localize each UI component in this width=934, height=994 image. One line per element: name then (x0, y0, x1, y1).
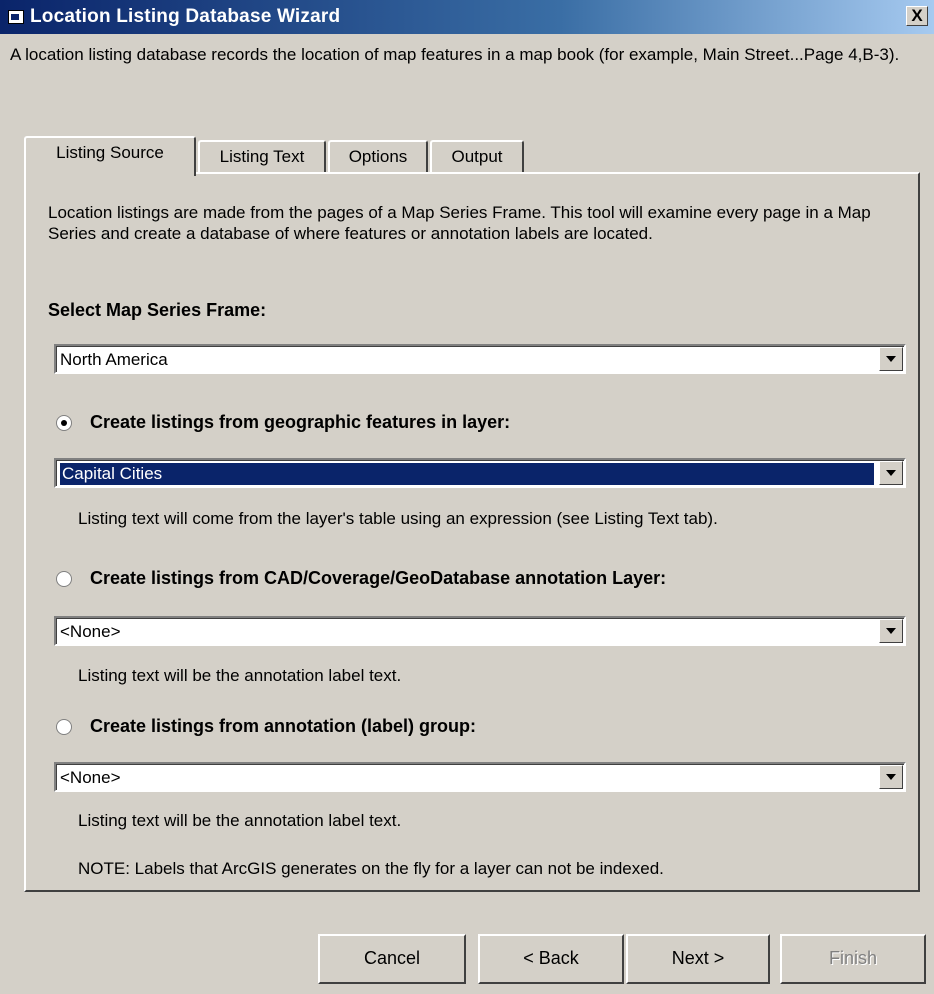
title-bar: Location Listing Database Wizard X (0, 0, 934, 34)
app-icon (8, 10, 24, 24)
window-title: Location Listing Database Wizard (30, 6, 341, 27)
back-button[interactable]: < Back (478, 934, 624, 984)
next-button[interactable]: Next > (626, 934, 770, 984)
finish-button[interactable]: Finish (780, 934, 926, 984)
intro-text: A location listing database records the … (10, 45, 900, 64)
cancel-button[interactable]: Cancel (318, 934, 466, 984)
select-map-series-label: Select Map Series Frame: (48, 300, 267, 320)
close-button[interactable]: X (906, 6, 928, 26)
tab-output[interactable]: Output (430, 140, 524, 174)
tab-panel: Location listings are made from the page… (24, 172, 920, 892)
tab-options[interactable]: Options (328, 140, 428, 174)
panel-description: Location listings are made from the page… (48, 203, 871, 243)
tab-listing-source[interactable]: Listing Source (24, 136, 196, 176)
tab-listing-text[interactable]: Listing Text (198, 140, 326, 174)
